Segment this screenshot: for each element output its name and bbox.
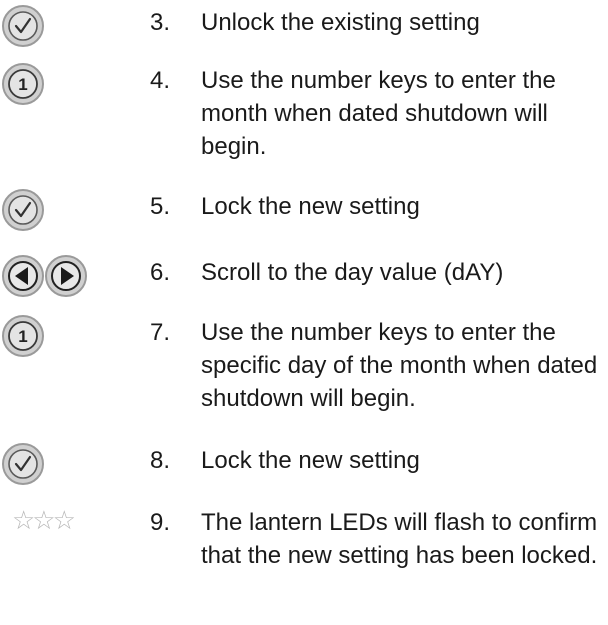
right-arrow-key-icon (45, 255, 87, 297)
step-text: Lock the new setting (201, 447, 420, 474)
key-label: 1 (18, 75, 27, 94)
step-number: 6. (150, 259, 171, 286)
number-key-icon: 1 (0, 62, 130, 105)
step-number: 3. (150, 9, 171, 36)
check-key-icon (0, 442, 130, 485)
step-text: Lock the new setting (201, 193, 420, 220)
arrow-keys-icon (0, 254, 130, 297)
step-number: 7. (150, 319, 171, 346)
step-number: 4. (150, 67, 171, 94)
step-number: 5. (150, 193, 171, 220)
check-key-icon (0, 4, 130, 47)
number-key-icon: 1 (0, 314, 130, 357)
step-text: Unlock the existing setting (201, 9, 480, 36)
step-text: Scroll to the day value (dAY) (201, 259, 504, 286)
step-number: 9. (150, 509, 171, 536)
step-text: Use the number keys to enter the specifi… (201, 319, 598, 412)
flash-stars-icon: ☆☆☆ (0, 504, 130, 544)
step-text: Use the number keys to enter the month w… (201, 67, 556, 160)
step-number: 8. (150, 447, 171, 474)
left-arrow-key-icon (2, 255, 44, 297)
step-text: The lantern LEDs will flash to confirm t… (201, 509, 598, 569)
stars-glyph: ☆☆☆ (12, 506, 76, 536)
key-label: 1 (18, 327, 27, 346)
check-key-icon (0, 188, 130, 231)
